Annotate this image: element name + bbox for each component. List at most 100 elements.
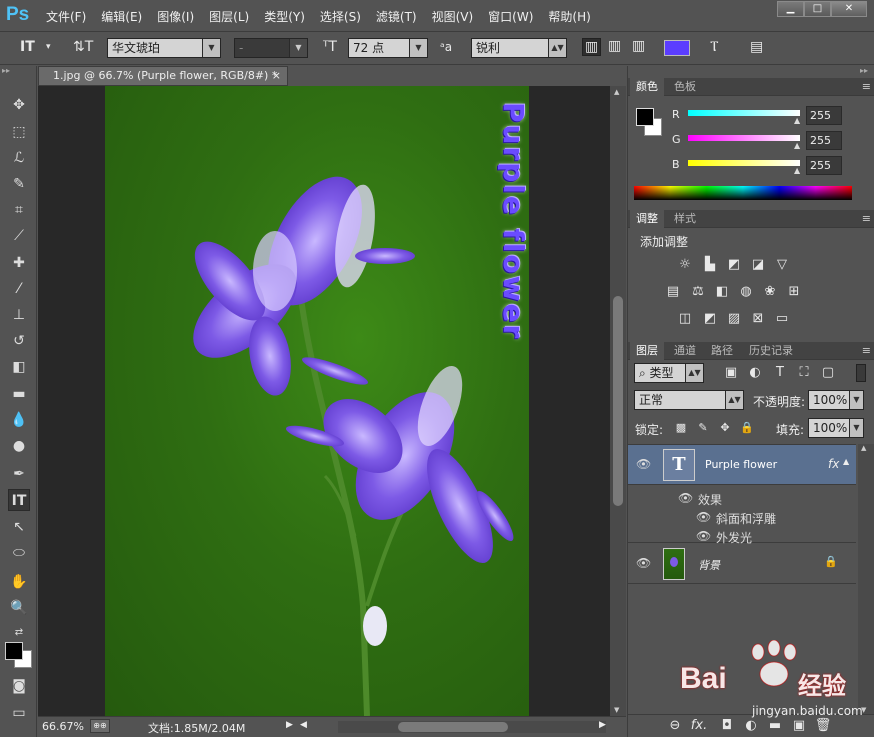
blue-slider[interactable] (688, 160, 800, 166)
green-value[interactable]: 255 (806, 131, 842, 150)
curves-icon[interactable]: ◩ (725, 257, 743, 273)
fill-field[interactable]: 100% ▼ (808, 418, 864, 438)
red-slider[interactable] (688, 110, 800, 116)
visibility-eye-icon[interactable]: 👁 (636, 556, 651, 570)
maximize-button[interactable]: □ (804, 1, 831, 17)
green-slider[interactable] (688, 135, 800, 141)
tab-styles[interactable]: 样式 (668, 210, 702, 228)
gradient-map-icon[interactable]: ▭ (773, 311, 791, 327)
threshold-icon[interactable]: ▨ (725, 311, 743, 327)
horizontal-scroll-thumb[interactable] (398, 722, 508, 732)
menu-type[interactable]: 类型(Y) (264, 8, 305, 25)
menu-image[interactable]: 图像(I) (157, 8, 194, 25)
menu-help[interactable]: 帮助(H) (548, 8, 590, 25)
scroll-up-icon[interactable]: ▲ (614, 88, 619, 96)
font-size-select[interactable]: 72 点 ▼ (348, 38, 428, 58)
blend-mode-select[interactable]: 正常 ▲▼ (634, 390, 744, 410)
new-group-icon[interactable]: ▬ (766, 718, 784, 734)
menu-window[interactable]: 窗口(W) (488, 8, 533, 25)
ellipse-tool-icon[interactable]: ⬭ (8, 542, 30, 564)
vertical-scrollbar[interactable]: ▲ ▼ (610, 86, 626, 716)
font-style-select[interactable]: - ▼ (234, 38, 308, 58)
status-menu-arrow-icon[interactable]: ▶ (286, 720, 293, 730)
document-tab[interactable]: 1.jpg @ 66.7% (Purple flower, RGB/8#) * … (38, 66, 288, 86)
visibility-eye-icon[interactable]: 👁 (696, 529, 711, 543)
menu-filter[interactable]: 滤镜(T) (376, 8, 417, 25)
blue-value[interactable]: 255 (806, 156, 842, 175)
effects-label[interactable]: 效果 (698, 491, 722, 508)
tab-adjustments[interactable]: 调整 (630, 210, 664, 228)
effect-bevel-emboss[interactable]: 斜面和浮雕 (716, 510, 776, 527)
filter-smart-object-icon[interactable]: ▢ (819, 365, 837, 381)
layer-row-text[interactable]: 👁 T Purple flower fx ▲ (628, 445, 856, 485)
layer-row-background[interactable]: 👁 背景 🔒 (628, 544, 856, 584)
tab-history[interactable]: 历史记录 (743, 342, 799, 360)
panel-menu-icon[interactable]: ≡ (862, 78, 871, 96)
black-white-icon[interactable]: ◧ (713, 284, 731, 300)
lock-all-icon[interactable]: 🔒 (738, 420, 756, 436)
zoom-level[interactable]: 66.67% (42, 720, 84, 733)
lock-transparent-icon[interactable]: ▩ (672, 420, 690, 436)
delete-layer-icon[interactable]: 🗑 (814, 718, 832, 734)
zoom-tool-icon[interactable]: 🔍 (8, 597, 30, 619)
menu-select[interactable]: 选择(S) (320, 8, 361, 25)
horizontal-scrollbar[interactable] (338, 721, 606, 733)
visibility-eye-icon[interactable]: 👁 (678, 491, 693, 505)
eyedropper-tool-icon[interactable]: ⟋ (8, 225, 30, 247)
font-family-select[interactable]: 华文琥珀 ▼ (107, 38, 221, 58)
visibility-eye-icon[interactable]: 👁 (696, 510, 711, 524)
panels-collapse-icon[interactable]: ▸▸ (860, 66, 868, 75)
slider-handle-icon[interactable]: ▲ (794, 116, 800, 125)
image-canvas[interactable]: Purple flower (105, 86, 529, 716)
text-orientation-icon[interactable]: ⇅T (73, 39, 93, 55)
close-button[interactable]: ✕ (831, 1, 867, 17)
healing-brush-tool-icon[interactable]: ✚ (8, 252, 30, 274)
new-layer-icon[interactable]: ▣ (790, 718, 808, 734)
tab-channels[interactable]: 通道 (668, 342, 702, 360)
align-right-icon[interactable]: ▥ (632, 38, 645, 54)
red-value[interactable]: 255 (806, 106, 842, 125)
panel-menu-icon[interactable]: ≡ (862, 210, 871, 228)
canvas-text-layer[interactable]: Purple flower (497, 102, 529, 340)
character-panel-icon[interactable]: ▤ (750, 39, 763, 55)
eraser-tool-icon[interactable]: ◧ (8, 356, 30, 378)
align-center-icon[interactable]: ▥ (608, 38, 621, 54)
antialias-select[interactable]: 锐利 ▲▼ (471, 38, 567, 58)
fx-icon[interactable]: fx (828, 457, 839, 471)
foreground-color-swatch[interactable] (5, 642, 23, 660)
menu-edit[interactable]: 编辑(E) (101, 8, 142, 25)
close-tab-icon[interactable]: × (272, 67, 281, 85)
vertical-scroll-thumb[interactable] (613, 296, 623, 506)
quick-mask-icon[interactable]: ◙ (8, 675, 30, 697)
filter-pixel-icon[interactable]: ▣ (722, 365, 740, 381)
scroll-left-icon[interactable]: ◀ (300, 720, 307, 730)
zoom-stepper-icon[interactable]: ⊕⊕ (90, 719, 110, 733)
menu-layer[interactable]: 图层(L) (209, 8, 249, 25)
slider-handle-icon[interactable]: ▲ (794, 141, 800, 150)
invert-icon[interactable]: ◫ (676, 311, 694, 327)
link-layers-icon[interactable]: ⊖ (666, 718, 684, 734)
slider-handle-icon[interactable]: ▲ (794, 166, 800, 175)
levels-icon[interactable]: ▙ (701, 257, 719, 273)
selective-color-icon[interactable]: ⊠ (749, 311, 767, 327)
filter-shape-icon[interactable]: ⛶ (795, 365, 813, 381)
marquee-tool-icon[interactable]: ⬚ (8, 121, 30, 143)
tab-paths[interactable]: 路径 (705, 342, 739, 360)
minimize-button[interactable]: ▁ (777, 1, 804, 17)
history-brush-tool-icon[interactable]: ↺ (8, 330, 30, 352)
lasso-tool-icon[interactable]: ℒ (8, 147, 30, 169)
text-color-swatch[interactable] (664, 40, 690, 56)
pen-tool-icon[interactable]: ✒ (8, 463, 30, 485)
scroll-down-icon[interactable]: ▼ (861, 706, 866, 714)
tab-color[interactable]: 颜色 (630, 78, 664, 96)
layer-name[interactable]: Purple flower (705, 458, 777, 471)
add-mask-icon[interactable]: ◘ (718, 718, 736, 734)
brush-tool-icon[interactable]: ⁄ (8, 278, 30, 300)
crop-tool-icon[interactable]: ⌗ (8, 199, 30, 221)
hand-tool-icon[interactable]: ✋ (8, 571, 30, 593)
new-fill-layer-icon[interactable]: ◐ (742, 718, 760, 734)
layers-scrollbar[interactable]: ▲ ▼ (858, 444, 874, 714)
exposure-icon[interactable]: ◪ (749, 257, 767, 273)
opacity-field[interactable]: 100% ▼ (808, 390, 864, 410)
type-tool-preset-icon[interactable]: IT (20, 39, 35, 55)
